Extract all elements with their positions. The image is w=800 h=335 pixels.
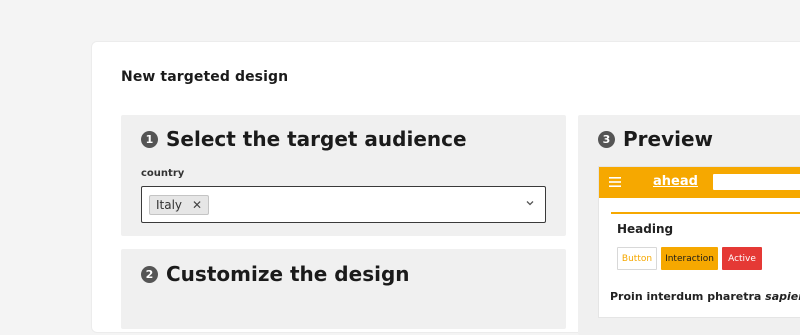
step-number-badge: 2 (141, 265, 158, 283)
preview-logo: ahead (653, 174, 698, 189)
step-number-badge: 1 (141, 130, 158, 148)
preview-header-bar: ahead (599, 167, 800, 198)
preview-section-heading: Heading (617, 222, 674, 236)
hamburger-menu-icon (609, 177, 621, 187)
country-multiselect[interactable]: Italy ✕ (141, 186, 546, 223)
body-text-regular: Proin interdum pharetra (610, 290, 766, 303)
body-text-italic: sapien, (765, 290, 800, 303)
step-heading-preview: 3 Preview (598, 127, 713, 151)
step-heading-customize: 2 Customize the design (141, 262, 410, 286)
customize-design-panel (121, 249, 566, 329)
preview-button-active: Active (722, 247, 762, 270)
step-number-badge: 3 (598, 130, 615, 148)
step-title: Customize the design (166, 262, 410, 286)
step-heading-audience: 1 Select the target audience (141, 127, 467, 151)
remove-chip-icon[interactable]: ✕ (192, 198, 202, 212)
step-title: Preview (623, 127, 714, 151)
preview-button-default: Button (617, 247, 657, 270)
preview-body-text: Proin interdum pharetra sapien, (610, 290, 800, 303)
country-field-label: country (141, 168, 185, 179)
card-title: New targeted design (121, 69, 289, 85)
chip-label: Italy (156, 198, 183, 212)
preview-search-box (713, 174, 800, 190)
selected-country-chip: Italy ✕ (149, 195, 210, 215)
preview-button-interaction: Interaction (661, 247, 718, 270)
step-title: Select the target audience (166, 127, 467, 151)
chevron-down-icon[interactable] (525, 198, 535, 208)
